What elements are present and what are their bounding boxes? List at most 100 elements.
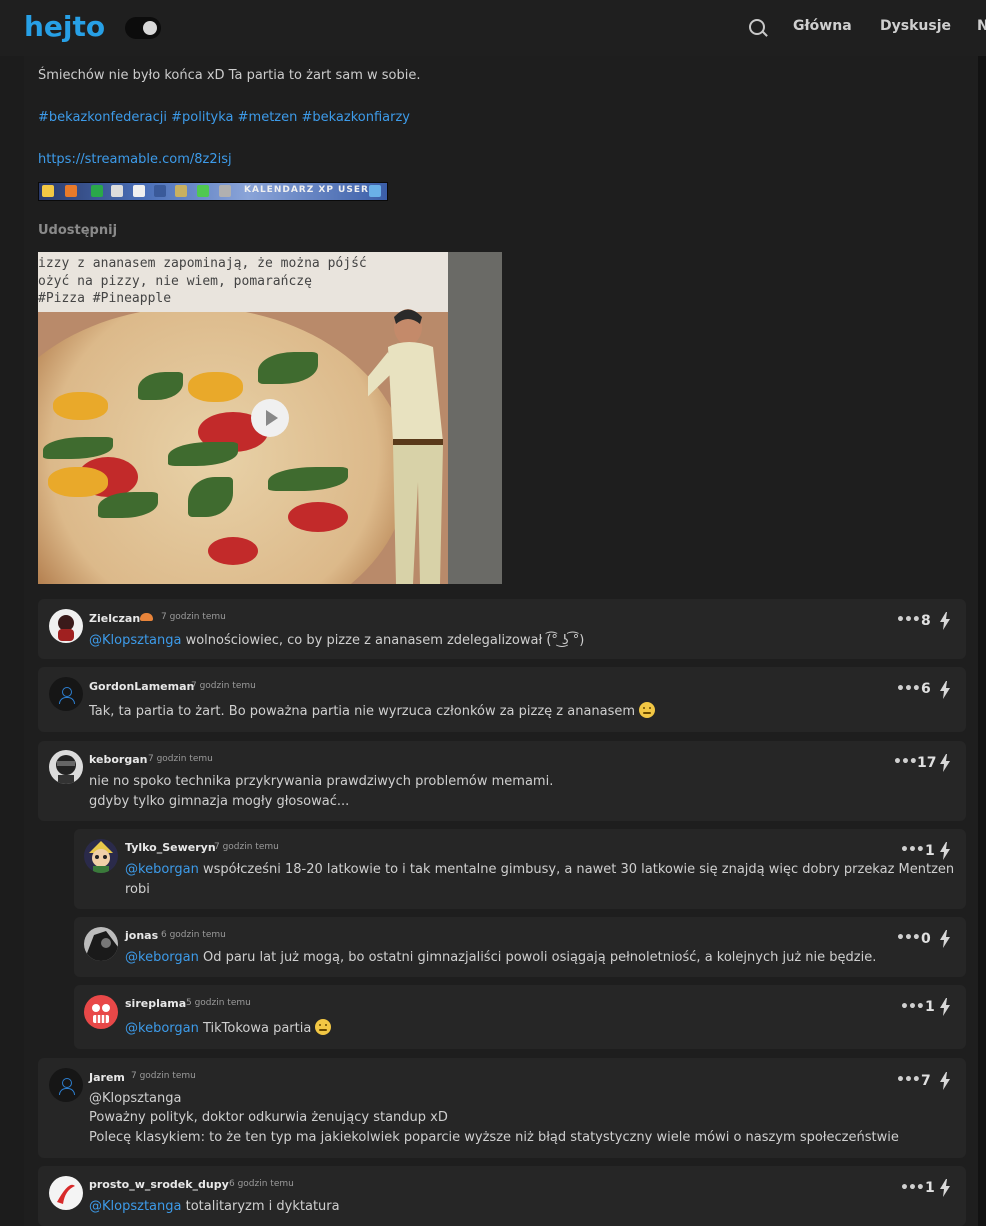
comment-username[interactable]: GordonLameman	[89, 680, 194, 693]
comment-time: 6 godzin temu	[161, 930, 226, 940]
more-options-icon[interactable]: •••	[900, 1180, 925, 1196]
pineapple-shape	[48, 467, 108, 497]
lightning-upvote-icon[interactable]	[940, 681, 950, 699]
comment-time: 7 godzin temu	[131, 1071, 196, 1081]
comment-text-body: Tak, ta partia to żart. Bo poważna parti…	[89, 704, 636, 719]
smiley-icon	[42, 185, 54, 197]
lightning-upvote-icon[interactable]	[940, 754, 950, 772]
avatar-image	[56, 755, 76, 784]
more-options-icon[interactable]: •••	[896, 930, 921, 946]
vote-count: 1	[925, 843, 935, 859]
confused-emoji-icon	[315, 1019, 332, 1035]
comment-text-body: wolnościowiec, co by pizze z ananasem zd…	[181, 633, 585, 648]
folder-icon	[175, 185, 187, 197]
comment-username[interactable]: prosto_w_srodek_dupy	[89, 1178, 229, 1191]
right-gutter	[978, 56, 986, 1226]
avatar-default[interactable]	[49, 677, 83, 711]
more-options-icon[interactable]: •••	[893, 754, 918, 770]
comment-text-line2: gdyby tylko gimnazja mogły głosować...	[89, 794, 350, 809]
croissant-badge-icon	[140, 613, 153, 621]
comment-username[interactable]: sireplama	[125, 997, 186, 1010]
comment-username[interactable]: jonas	[125, 929, 158, 942]
computer-icon	[154, 185, 166, 197]
lightning-upvote-icon[interactable]	[940, 842, 950, 860]
comment-username[interactable]: keborgan	[89, 753, 147, 766]
comment-time: 7 godzin temu	[191, 681, 256, 691]
nav-dyskusje[interactable]: Dyskusje	[880, 18, 951, 34]
theme-toggle[interactable]	[125, 17, 161, 39]
comment-text: @keborgan współcześni 18-20 latkowie to …	[125, 860, 954, 880]
avatar[interactable]	[84, 839, 118, 873]
comment-time: 7 godzin temu	[161, 612, 226, 622]
avatar-image	[57, 1184, 75, 1204]
search-icon[interactable]	[749, 19, 765, 35]
avatar-image	[58, 615, 74, 641]
avatar[interactable]	[49, 609, 83, 643]
mention-link[interactable]: @Klopsztanga	[89, 1199, 181, 1214]
lightning-upvote-icon[interactable]	[940, 1072, 950, 1090]
firefox-icon	[65, 185, 77, 197]
comment-username[interactable]: Jarem	[89, 1071, 125, 1084]
vote-count: 17	[917, 755, 937, 771]
comment-text: Tak, ta partia to żart. Bo poważna parti…	[89, 702, 656, 722]
nav-glowna[interactable]: Główna	[793, 18, 852, 34]
comment-text: Poważny polityk, doktor odkurwia żenując…	[89, 1110, 448, 1125]
left-gutter	[0, 56, 24, 1226]
moon-icon	[143, 21, 157, 35]
mail-icon	[111, 185, 123, 197]
video-caption: ożyć na pizzy, nie wiem, pomarańczę	[38, 274, 312, 289]
sauce-shape	[288, 502, 348, 532]
comment-text: @Klopsztanga totalitaryzm i dyktatura	[89, 1197, 340, 1217]
avatar-image	[84, 931, 118, 961]
mention-link[interactable]: @keborgan	[125, 1021, 199, 1036]
avatar-image	[89, 841, 113, 873]
more-options-icon[interactable]: •••	[896, 1072, 921, 1088]
share-button[interactable]: Udostępnij	[38, 223, 117, 238]
gear-icon	[219, 185, 231, 197]
comment-text: @Klopsztanga wolnościowiec, co by pizze …	[89, 631, 584, 651]
post-body: Śmiechów nie było końca xD Ta partia to …	[38, 68, 421, 83]
comment-text: nie no spoko technika przykrywania prawd…	[89, 774, 554, 789]
more-options-icon[interactable]: •••	[900, 999, 925, 1015]
mention-link[interactable]: @keborgan	[125, 862, 199, 877]
avatar[interactable]	[49, 750, 83, 784]
more-options-icon[interactable]: •••	[896, 681, 921, 697]
avatar[interactable]	[49, 1176, 83, 1210]
reply-card	[74, 985, 966, 1049]
lightning-upvote-icon[interactable]	[940, 998, 950, 1016]
pineapple-shape	[188, 372, 243, 402]
hejto-logo[interactable]: hejto	[24, 10, 105, 43]
avatar[interactable]	[84, 995, 118, 1029]
post-link[interactable]: https://streamable.com/8z2isj	[38, 152, 232, 167]
globe-icon	[91, 185, 103, 197]
comment-card	[38, 667, 966, 732]
play-button[interactable]	[251, 399, 289, 437]
avatar-default[interactable]	[49, 1068, 83, 1102]
comment-text-line2: Polecę klasykiem: to że ten typ ma jakie…	[89, 1130, 899, 1145]
video-caption: #Pizza #Pineapple	[38, 291, 172, 306]
post-tags[interactable]: #bekazkonfederacji #polityka #metzen #be…	[38, 110, 410, 125]
document-icon	[133, 185, 145, 197]
nav-more[interactable]: N	[977, 18, 986, 34]
mention-link[interactable]: @keborgan	[125, 950, 199, 965]
comment-username[interactable]: Zielczan	[89, 612, 140, 625]
lightning-upvote-icon[interactable]	[940, 612, 950, 630]
comment-text-body: TikTokowa partia	[198, 1021, 312, 1036]
comment-text-body: współcześni 18-20 latkowie to i tak ment…	[198, 862, 955, 877]
chart-icon	[197, 185, 209, 197]
lightning-upvote-icon[interactable]	[940, 1179, 950, 1197]
video-player[interactable]: izzy z ananasem zapominają, że można pój…	[38, 252, 502, 584]
more-options-icon[interactable]: •••	[900, 842, 925, 858]
banner-text: KALENDARZ XP USER	[244, 185, 369, 195]
reply-card	[74, 917, 966, 977]
avatar[interactable]	[84, 927, 118, 961]
comment-text-line2: robi	[125, 882, 150, 897]
comment-time: 7 godzin temu	[148, 754, 213, 764]
more-options-icon[interactable]: •••	[896, 612, 921, 628]
mention-link[interactable]: @Klopsztanga	[89, 633, 181, 648]
comment-username[interactable]: Tylko_Seweryn	[125, 841, 216, 854]
mention-link[interactable]: @Klopsztanga	[89, 1089, 181, 1109]
comment-time: 5 godzin temu	[186, 998, 251, 1008]
lightning-upvote-icon[interactable]	[940, 930, 950, 948]
pineapple-shape	[53, 392, 108, 420]
